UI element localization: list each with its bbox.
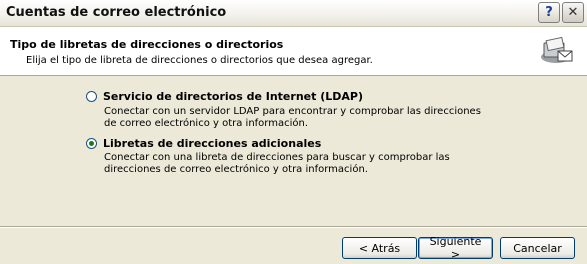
help-icon: ? bbox=[545, 5, 553, 20]
window-title: Cuentas de correo electrónico bbox=[6, 5, 227, 20]
description-line: Conectar con una libreta de direcciones … bbox=[104, 152, 450, 163]
next-button[interactable]: Siguiente > bbox=[418, 235, 493, 261]
address-book-icon bbox=[541, 36, 573, 63]
description-line: Conectar con un servidor LDAP para encon… bbox=[104, 106, 481, 117]
option-ldap-label[interactable]: Servicio de directorios de Internet (LDA… bbox=[103, 90, 363, 103]
radio-ldap[interactable] bbox=[86, 91, 97, 102]
back-button[interactable]: < Atrás bbox=[342, 237, 417, 259]
option-additional-address-books-label[interactable]: Libretas de direcciones adicionales bbox=[103, 137, 321, 150]
wizard-header: Tipo de libretas de direcciones o direct… bbox=[0, 27, 587, 76]
description-line: direcciones de correo electrónico y otra… bbox=[104, 164, 368, 175]
footer-separator bbox=[0, 226, 587, 228]
option-ldap-description: Conectar con un servidor LDAP para encon… bbox=[104, 106, 484, 130]
close-icon: ✕ bbox=[567, 5, 579, 20]
radio-additional-address-books[interactable] bbox=[86, 138, 97, 149]
header-title: Tipo de libretas de direcciones o direct… bbox=[10, 38, 284, 51]
description-line: de correo electrónico y otra información… bbox=[104, 118, 309, 129]
close-button[interactable]: ✕ bbox=[562, 2, 584, 23]
help-button[interactable]: ? bbox=[538, 2, 560, 23]
option-additional-address-books-description: Conectar con una libreta de direcciones … bbox=[104, 152, 484, 176]
header-subtitle: Elija el tipo de libreta de direcciones … bbox=[26, 55, 373, 66]
cancel-button[interactable]: Cancelar bbox=[500, 237, 575, 259]
title-bar[interactable]: Cuentas de correo electrónico ? ✕ bbox=[0, 0, 587, 27]
email-accounts-dialog: Cuentas de correo electrónico ? ✕ Tipo d… bbox=[0, 0, 587, 264]
